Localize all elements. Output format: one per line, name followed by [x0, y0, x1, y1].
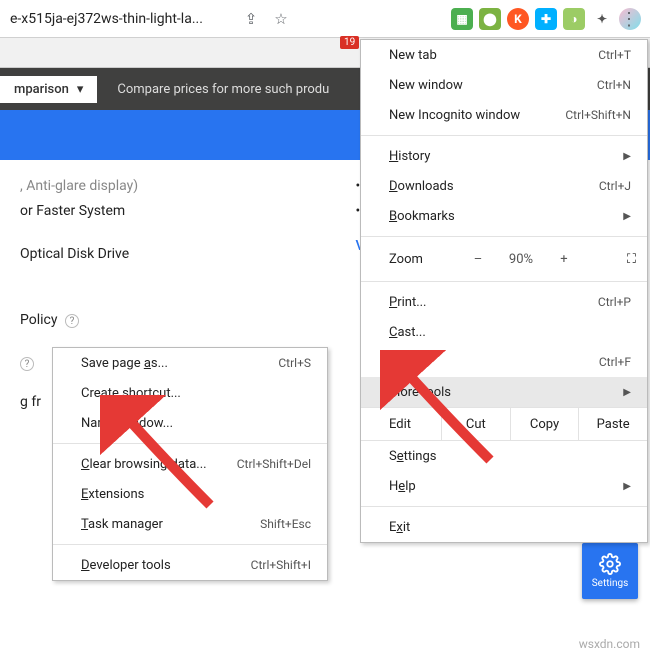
puzzle-icon[interactable]: ✦ — [591, 8, 613, 30]
chevron-right-icon: ▶ — [623, 151, 631, 162]
spec-line-1: , Anti-glare display) — [20, 174, 356, 199]
ext-icon-5[interactable]: ◑ — [563, 8, 585, 30]
gear-icon — [599, 553, 621, 575]
zoom-value: 90% — [501, 252, 541, 267]
menu-zoom-row: Zoom – 90% + ⛶ — [361, 242, 647, 276]
chevron-right-icon: ▶ — [623, 387, 631, 398]
policy-line: Policy ? — [20, 308, 356, 333]
ext-icon-3[interactable]: K — [507, 8, 529, 30]
menu-new-tab[interactable]: New tabCtrl+T — [361, 40, 647, 70]
menu-bookmarks[interactable]: Bookmarks▶ — [361, 201, 647, 231]
edit-cut[interactable]: Cut — [441, 408, 510, 440]
separator — [53, 443, 327, 444]
omnibox-url[interactable]: e-x515ja-ej372ws-thin-light-la... — [6, 11, 236, 27]
spec-line-3: Optical Disk Drive — [20, 242, 356, 267]
fullscreen-icon[interactable]: ⛶ — [627, 252, 635, 267]
info-icon[interactable]: ? — [65, 314, 79, 328]
menu-settings[interactable]: Settings — [361, 441, 647, 471]
watermark: wsxdn.com — [579, 637, 640, 651]
chevron-right-icon: ▶ — [623, 481, 631, 492]
settings-fab-label: Settings — [592, 578, 629, 589]
zoom-label: Zoom — [389, 252, 455, 267]
ext-icon-1[interactable]: ▦ — [451, 8, 473, 30]
browser-toolbar: e-x515ja-ej372ws-thin-light-la... ⇪ ☆ ▦ … — [0, 0, 650, 38]
menu-more-tools[interactable]: More tools▶ — [361, 377, 647, 407]
chevron-right-icon: ▶ — [623, 211, 631, 222]
sub-create-shortcut[interactable]: Create shortcut... — [53, 378, 327, 408]
notif-badge: 19 — [340, 36, 359, 49]
sub-clear-browsing-data[interactable]: Clear browsing data...Ctrl+Shift+Del — [53, 449, 327, 479]
sub-extensions[interactable]: Extensions — [53, 479, 327, 509]
settings-fab[interactable]: Settings — [582, 543, 638, 599]
ext-icon-4[interactable]: ✚ — [535, 8, 557, 30]
separator — [361, 281, 647, 282]
edit-paste[interactable]: Paste — [578, 408, 647, 440]
compare-text: Compare prices for more such produ — [117, 82, 329, 97]
menu-help[interactable]: Help▶ — [361, 471, 647, 501]
menu-exit[interactable]: Exit — [361, 512, 647, 542]
menu-edit-row: Edit Cut Copy Paste — [361, 407, 647, 441]
kebab-menu-icon[interactable]: ⋮ — [614, 4, 644, 34]
zoom-out-button[interactable]: – — [465, 252, 491, 267]
sub-developer-tools[interactable]: Developer toolsCtrl+Shift+I — [53, 550, 327, 580]
menu-find[interactable]: Find...Ctrl+F — [361, 347, 647, 377]
zoom-in-button[interactable]: + — [551, 252, 577, 267]
edit-label: Edit — [361, 417, 441, 432]
menu-history[interactable]: History▶ — [361, 141, 647, 171]
star-icon[interactable]: ☆ — [269, 7, 293, 31]
sub-save-page-as[interactable]: Save page as...Ctrl+S — [53, 348, 327, 378]
separator — [361, 135, 647, 136]
ext-icon-2[interactable]: ⬤ — [479, 8, 501, 30]
share-icon[interactable]: ⇪ — [239, 7, 263, 31]
menu-print[interactable]: Print...Ctrl+P — [361, 287, 647, 317]
chrome-main-menu: New tabCtrl+T New windowCtrl+N New Incog… — [360, 39, 648, 543]
edit-copy[interactable]: Copy — [510, 408, 579, 440]
menu-new-window[interactable]: New windowCtrl+N — [361, 70, 647, 100]
comparison-button[interactable]: mparison ▾ — [0, 76, 97, 103]
separator — [361, 506, 647, 507]
comparison-label: mparison — [14, 82, 69, 97]
more-tools-submenu: Save page as...Ctrl+S Create shortcut...… — [52, 347, 328, 581]
separator — [361, 236, 647, 237]
sub-name-window[interactable]: Name window... — [53, 408, 327, 438]
menu-cast[interactable]: Cast... — [361, 317, 647, 347]
spec-line-2: or Faster System — [20, 199, 356, 224]
chevron-down-icon: ▾ — [77, 82, 84, 97]
menu-new-incognito[interactable]: New Incognito windowCtrl+Shift+N — [361, 100, 647, 130]
separator — [53, 544, 327, 545]
menu-downloads[interactable]: DownloadsCtrl+J — [361, 171, 647, 201]
sub-task-manager[interactable]: Task managerShift+Esc — [53, 509, 327, 539]
